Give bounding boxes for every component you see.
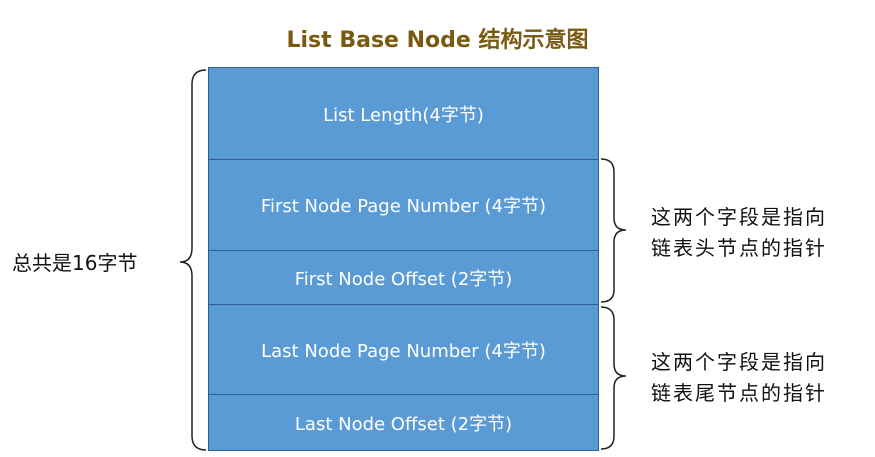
total-size-label: 总共是16字节 (12, 251, 138, 275)
last-node-brace (600, 306, 627, 450)
last-node-note-line1: 这两个字段是指向 (651, 350, 827, 374)
first-node-note: 这两个字段是指向 链表头节点的指针 (651, 202, 827, 264)
last-node-note: 这两个字段是指向 链表尾节点的指针 (651, 347, 827, 409)
total-size-brace (179, 69, 207, 451)
first-node-brace (600, 158, 627, 303)
last-node-note-line2: 链表尾节点的指针 (651, 381, 827, 405)
first-node-note-line1: 这两个字段是指向 (651, 205, 827, 229)
first-node-note-line2: 链表头节点的指针 (651, 236, 827, 260)
